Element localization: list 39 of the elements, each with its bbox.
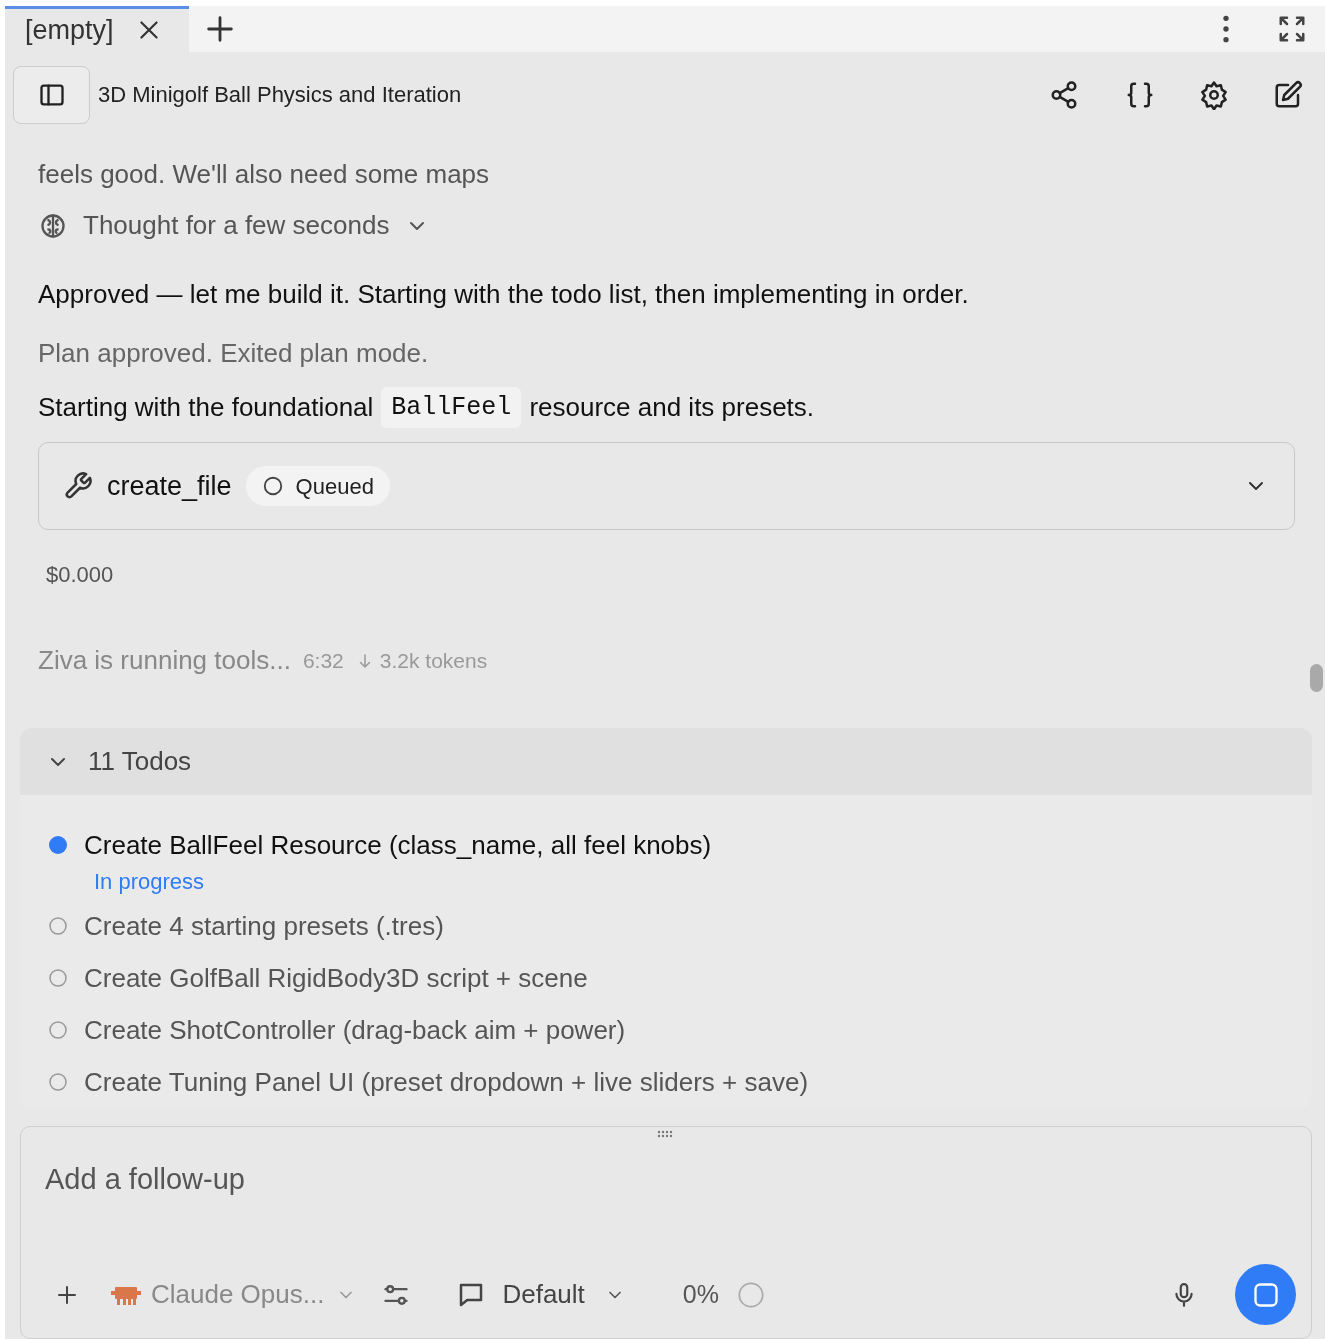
tool-name: create_file [107, 469, 232, 503]
conversation-title: 3D Minigolf Ball Physics and Iteration [98, 81, 463, 110]
message-input[interactable]: Add a follow-up [45, 1157, 1287, 1201]
todo-text: Create 4 starting presets (.tres) [84, 909, 444, 943]
scrollbar-thumb[interactable] [1310, 663, 1323, 692]
intro-text: resource and its presets. [529, 390, 815, 424]
thought-toggle[interactable]: Thought for a few seconds [83, 206, 390, 245]
assistant-text: Approved — let me build it. Starting with the todo list, then implementing in order. [37, 277, 970, 311]
token-count: 3.2k tokens [379, 647, 488, 674]
edit-icon[interactable] [1273, 79, 1303, 110]
stop-button[interactable] [1235, 1264, 1296, 1325]
intro-text: Starting with the foundational [38, 390, 374, 424]
elapsed-time: 6:32 [302, 647, 344, 674]
share-icon[interactable] [1049, 79, 1079, 110]
todo-text: Create BallFeel Resource (class_name, all feel knobs) [84, 828, 712, 862]
sidebar-toggle-button[interactable] [13, 65, 90, 124]
todo-text: Create Tuning Panel UI (preset dropdown + live sliders + save) [84, 1065, 809, 1099]
todo-status: In progress [94, 868, 205, 896]
settings-icon[interactable] [1199, 79, 1229, 110]
wrench-icon [63, 471, 93, 501]
stop-icon [1251, 1280, 1280, 1309]
fullscreen-icon[interactable] [1277, 13, 1307, 44]
mode-selector[interactable]: Default [456, 1275, 585, 1314]
brain-icon [39, 211, 67, 240]
drag-handle-icon[interactable] [657, 1130, 673, 1138]
todo-text: Create ShotController (drag-back aim + power) [84, 1013, 626, 1047]
status-label: Queued [295, 472, 374, 501]
activity-status: Ziva is running tools... [38, 644, 291, 677]
message-text: feels good. We'll also need some maps [38, 157, 490, 191]
context-usage: 0% [682, 1278, 719, 1310]
status-note: Plan approved. Exited plan mode. [37, 336, 430, 370]
todos-title[interactable]: 11 Todos [88, 742, 192, 781]
progress-ring-icon [736, 1280, 765, 1309]
circle-icon [261, 475, 284, 497]
tab[interactable]: [empty] [5, 6, 189, 52]
tool-call-card[interactable]: create_file Queued [38, 442, 1295, 530]
inline-code: BallFeel [381, 386, 522, 428]
todo-text: Create GolfBall RigidBody3D script + scene [84, 961, 588, 995]
cost-label: $0.000 [45, 561, 115, 589]
